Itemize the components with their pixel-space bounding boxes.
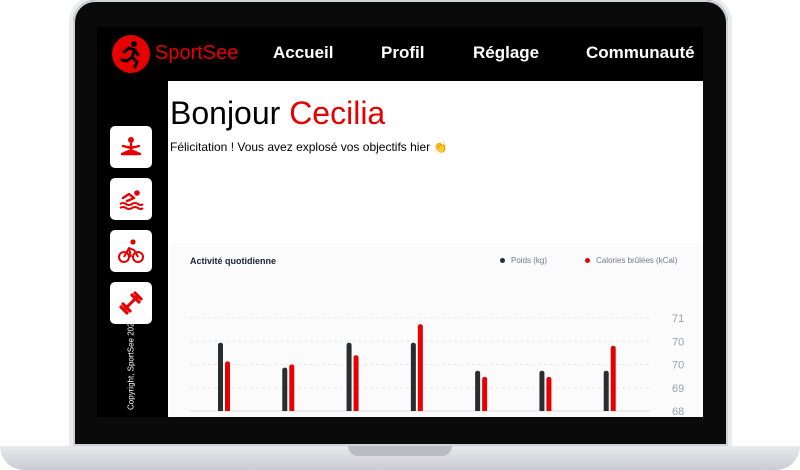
y-tick-label: 70 [672, 360, 684, 372]
calories-bar[interactable] [353, 355, 359, 411]
nav-item-reglage[interactable]: Réglage [473, 43, 539, 63]
yoga-icon [120, 137, 142, 156]
weight-bar[interactable] [410, 342, 416, 411]
nav-item-communaute[interactable]: Communauté [586, 43, 695, 63]
weight-bar[interactable] [282, 367, 288, 411]
nav-item-accueil[interactable]: Accueil [273, 43, 333, 63]
congrats-message: Félicitation ! Vous avez explosé vos obj… [170, 140, 447, 154]
calories-bar[interactable] [482, 376, 488, 411]
weight-bar[interactable] [218, 342, 223, 411]
sidebar-button-swimming[interactable] [110, 178, 152, 220]
calories-bar[interactable] [610, 345, 616, 411]
calories-bar[interactable] [546, 376, 552, 411]
calories-bar[interactable] [225, 361, 230, 411]
sidebar-button-cycling[interactable] [110, 230, 152, 272]
swimming-icon [119, 190, 144, 210]
nav-item-profil[interactable]: Profil [381, 43, 424, 63]
sidebar-button-yoga[interactable] [110, 126, 152, 168]
sidebar: Copyright, SportSee 2020 [97, 81, 168, 417]
y-tick-label: 71 [672, 313, 684, 325]
weight-bar[interactable] [475, 370, 481, 411]
top-navbar: SportSee Accueil Profil Réglage Communau… [97, 27, 703, 81]
weight-bar[interactable] [603, 370, 609, 411]
weight-bar[interactable] [346, 342, 352, 411]
runner-icon[interactable] [112, 35, 150, 73]
greeting-text: Bonjour [170, 95, 281, 131]
brand-name[interactable]: SportSee [155, 42, 238, 65]
dumbbell-icon [119, 291, 143, 315]
user-name: Cecilia [289, 95, 386, 131]
clapping-hands-icon: 👏 [433, 142, 448, 154]
calories-bar[interactable] [289, 364, 295, 412]
y-tick-label: 69 [672, 383, 684, 395]
activity-bar-chart: 71 70 70 69 68 [190, 313, 684, 417]
calories-bar[interactable] [417, 324, 423, 411]
laptop-notch [348, 446, 452, 456]
congrats-text: Félicitation ! Vous avez explosé vos obj… [170, 140, 431, 154]
copyright-text: Copyright, SportSee 2020 [126, 317, 136, 411]
weight-bar[interactable] [539, 370, 545, 411]
page-title: Bonjour Cecilia [170, 95, 385, 132]
cycling-icon [118, 239, 144, 263]
activity-chart-card: Activité quotidienne Poids (kg) Calories… [170, 243, 703, 417]
app-screen: SportSee Accueil Profil Réglage Communau… [97, 27, 703, 417]
y-tick-label: 70 [672, 336, 684, 348]
y-tick-label: 68 [672, 406, 684, 417]
